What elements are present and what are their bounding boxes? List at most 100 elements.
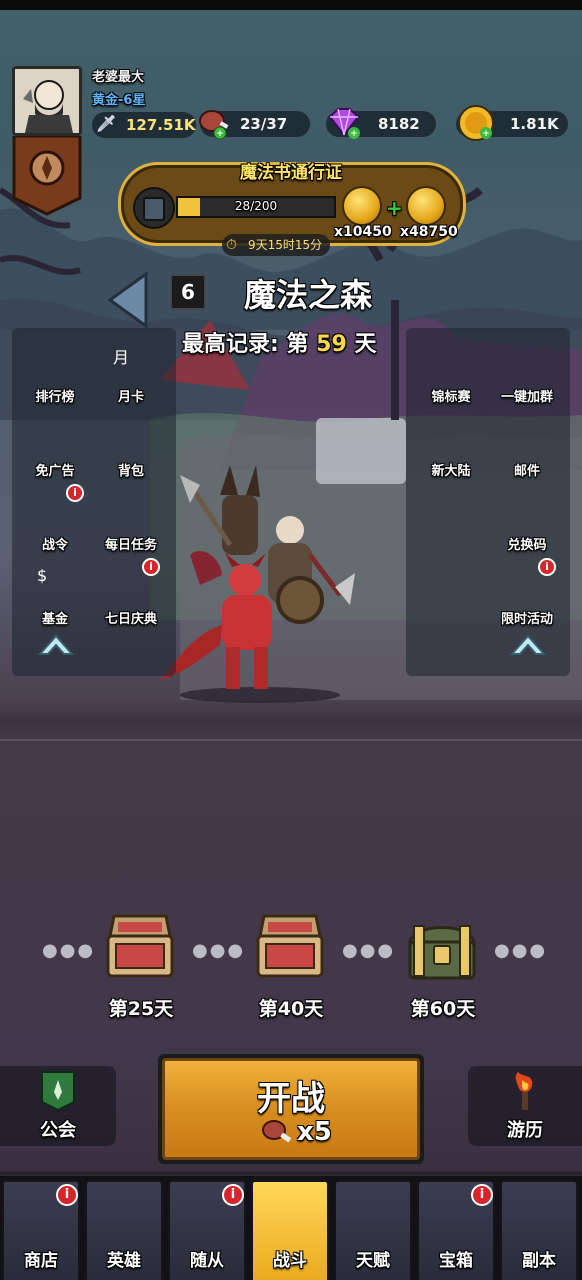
gold-coin-icon: +	[458, 105, 494, 141]
menu-label: 月卡	[117, 390, 144, 405]
meat-icon: +	[199, 110, 229, 140]
nav-tab-shop[interactable]: 商店 i	[2, 1180, 80, 1280]
travel-button[interactable]: 游历	[468, 1066, 582, 1146]
fund-icon: $	[37, 566, 75, 604]
bottom-nav: 商店 i 英雄 随从 i 战斗 天赋 宝箱 i 副本	[0, 1174, 582, 1280]
pass-reward2: x48750	[400, 224, 458, 240]
pass-premium-coin-icon[interactable]	[406, 186, 446, 226]
power-value: 127.51K	[126, 116, 196, 134]
nav-tab-talent[interactable]: 天赋	[334, 1180, 412, 1280]
no-ads-icon	[37, 418, 75, 456]
player-avatar[interactable]	[12, 66, 82, 136]
month-card-icon: 月	[113, 344, 151, 382]
red-demon	[160, 551, 272, 689]
menu-button-month-card[interactable]: 月月卡	[94, 340, 168, 410]
battle-icon	[266, 1190, 318, 1242]
menu-button-qq[interactable]: 一键加群	[490, 340, 564, 410]
menu-button-ticket[interactable]: 兑换码	[490, 488, 564, 558]
menu-label: 每日任务	[104, 538, 157, 553]
menu-button-wheel[interactable]: 限时活动 i	[490, 558, 564, 632]
nav-label: 宝箱	[439, 1251, 473, 1271]
svg-text:+: +	[350, 129, 358, 139]
menu-label: 背包	[117, 464, 144, 479]
notification-badge: i	[538, 558, 556, 576]
chest-label: 第40天	[258, 998, 324, 1020]
prev-stage-arrow-icon[interactable]	[106, 272, 150, 328]
bald-warrior-portrait-icon	[15, 69, 79, 133]
torch-icon	[515, 1072, 533, 1110]
mail-icon	[509, 418, 547, 456]
milestone-dots: ●●●	[192, 940, 246, 961]
magic-book-icon	[133, 187, 175, 229]
sword-icon: 🗡	[96, 114, 117, 133]
start-battle-button[interactable]: 开战 x5	[158, 1054, 424, 1164]
menu-button-mail[interactable]: 邮件	[490, 414, 564, 484]
guild-banner-icon	[41, 1071, 75, 1112]
gem-resource[interactable]: + 8182	[326, 108, 436, 139]
hero-icon	[100, 1190, 152, 1242]
dungeon-icon	[515, 1190, 567, 1242]
horned-warrior	[180, 465, 260, 555]
menu-button-no-ads[interactable]: 免广告	[18, 414, 92, 484]
coin-resource[interactable]: + 1.81K	[456, 105, 568, 141]
nav-tab-dungeon[interactable]: 副本	[500, 1180, 578, 1280]
menu-label: 排行榜	[35, 390, 75, 405]
red-chest-icon[interactable]	[104, 910, 176, 982]
notification-badge: i	[471, 1184, 493, 1206]
red-chest-icon[interactable]	[254, 910, 326, 982]
nav-label: 天赋	[356, 1251, 390, 1271]
start-battle-label: 开战	[257, 1079, 325, 1119]
menu-label: 邮件	[513, 464, 540, 479]
nav-tab-battle[interactable]: 战斗	[251, 1180, 329, 1280]
notification-badge: i	[56, 1184, 78, 1206]
collapse-right-icon[interactable]	[508, 630, 548, 658]
meat-value: 23/37	[240, 115, 288, 133]
menu-label: 七日庆典	[104, 612, 157, 627]
menu-button-new-continent[interactable]: 新大陆	[414, 414, 488, 484]
guild-button[interactable]: 公会	[0, 1066, 116, 1146]
pass-timer-text: 9天15时15分	[248, 238, 323, 252]
menu-button-backpack[interactable]: 背包	[94, 414, 168, 484]
notification-badge: i	[66, 484, 84, 502]
menu-button-trophy[interactable]: 排行榜	[18, 340, 92, 410]
talent-icon	[349, 1190, 401, 1242]
menu-label: 新大陆	[431, 464, 471, 479]
pass-title: 魔法书通行证	[240, 163, 342, 183]
svg-text:$: $	[37, 566, 48, 585]
daily-task-icon	[113, 492, 151, 530]
battle-cost: x5	[297, 1117, 332, 1147]
record-day: 59	[316, 332, 347, 357]
menu-button-daily-task[interactable]: 每日任务	[94, 488, 168, 558]
chest-label: 第60天	[410, 998, 476, 1020]
milestone-dots: ●●●	[494, 940, 548, 961]
purple-gem-icon: +	[328, 108, 360, 139]
new-continent-icon	[433, 418, 471, 456]
stage-name: 魔法之森	[244, 276, 373, 314]
nav-tab-follower[interactable]: 随从 i	[168, 1180, 246, 1280]
nav-label: 英雄	[107, 1251, 141, 1271]
power-display: 🗡 127.51K	[92, 112, 196, 138]
meat-icon	[262, 1120, 292, 1143]
menu-label: 基金	[41, 612, 68, 627]
menu-button-tournament[interactable]: 锦标赛	[414, 340, 488, 410]
nav-label: 副本	[522, 1251, 556, 1271]
menu-label: 战令	[41, 538, 68, 553]
start-battle-face: 开战 x5	[162, 1058, 420, 1160]
tournament-icon	[433, 344, 471, 382]
gem-value: 8182	[378, 115, 420, 133]
nav-tab-treasure[interactable]: 宝箱 i	[417, 1180, 495, 1280]
gold-chest-icon[interactable]	[406, 912, 478, 984]
guild-label: 公会	[40, 1120, 76, 1141]
pass-reward-coin-icon[interactable]	[342, 186, 382, 226]
meat-resource[interactable]: + 23/37	[199, 110, 310, 140]
game-screen: 老婆最大 黄金-6星 🗡 127.51K + 23/37 + 8182 + 1.…	[0, 0, 582, 1280]
menu-button-fund[interactable]: $ 基金	[18, 562, 92, 632]
menu-label: 一键加群	[500, 390, 553, 405]
record-suffix: 天	[354, 332, 377, 357]
nav-tab-hero[interactable]: 英雄	[85, 1180, 163, 1280]
nav-label: 随从	[190, 1251, 224, 1271]
menu-button-battle-pass[interactable]: 战令 i	[18, 484, 92, 558]
menu-button-seven-day[interactable]: 七日庆典 i	[94, 558, 168, 632]
nav-label: 战斗	[273, 1251, 307, 1271]
collapse-left-icon[interactable]	[36, 630, 76, 658]
